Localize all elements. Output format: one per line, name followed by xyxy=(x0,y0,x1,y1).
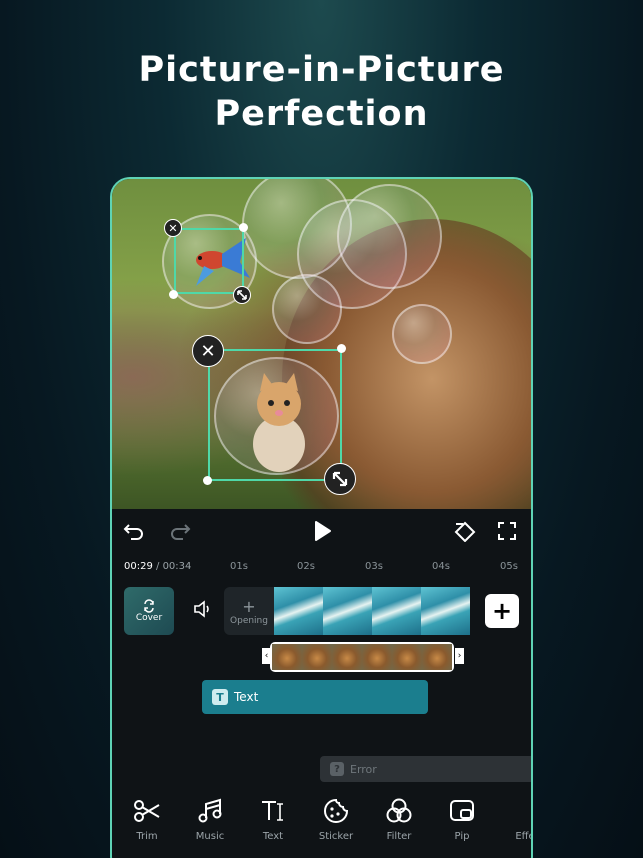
video-clip-frame[interactable] xyxy=(323,587,372,635)
undo-icon[interactable] xyxy=(122,519,146,543)
video-clip-frame[interactable] xyxy=(274,587,323,635)
play-icon[interactable] xyxy=(310,519,334,543)
pip-handle[interactable] xyxy=(239,223,248,232)
bottom-toolbar: Trim Music Text Sticker Filter Pip Effe xyxy=(112,783,531,853)
error-track-label: Error xyxy=(350,762,377,776)
pip-selection-fish[interactable] xyxy=(174,228,244,294)
trim-left-handle[interactable]: ‹ xyxy=(262,648,271,664)
tool-filter[interactable]: Filter xyxy=(369,795,429,842)
error-track-icon: ? xyxy=(330,762,344,776)
tool-label: Sticker xyxy=(318,831,354,842)
bubble xyxy=(392,304,452,364)
effect-icon xyxy=(509,795,531,827)
filter-icon xyxy=(383,795,415,827)
pip-frame xyxy=(302,644,332,670)
text-icon xyxy=(257,795,289,827)
time-tick: 01s xyxy=(230,561,248,572)
pip-handle[interactable] xyxy=(203,476,212,485)
video-preview[interactable]: ✕ ✕ xyxy=(112,179,531,539)
error-track[interactable]: ? Error xyxy=(320,756,531,782)
pip-scale-icon[interactable] xyxy=(324,463,356,495)
time-tick: 05s xyxy=(500,561,518,572)
opening-button[interactable]: + Opening xyxy=(224,587,274,635)
playback-toolbar xyxy=(112,509,531,553)
headline-line-1: Picture-in-Picture xyxy=(138,50,505,90)
tool-music[interactable]: Music xyxy=(180,795,240,842)
tool-label: Filter xyxy=(386,831,412,842)
tool-label: Pip xyxy=(454,831,470,842)
volume-icon[interactable] xyxy=(190,597,214,621)
pip-frame xyxy=(362,644,392,670)
timeline: 00:29 / 00:34 01s 02s 03s 04s 05s Cover … xyxy=(112,553,531,793)
bubble xyxy=(337,184,442,289)
sticker-icon xyxy=(320,795,352,827)
pip-frame xyxy=(392,644,422,670)
keyframe-icon[interactable] xyxy=(453,519,477,543)
trim-right-handle[interactable]: › xyxy=(455,648,464,664)
pip-track[interactable] xyxy=(270,642,454,672)
text-track-icon: T xyxy=(212,689,228,705)
time-tick: 02s xyxy=(297,561,315,572)
text-track[interactable]: T Text xyxy=(202,680,428,714)
pip-handle[interactable] xyxy=(169,290,178,299)
tool-label: Text xyxy=(262,831,284,842)
current-time: 00:29 xyxy=(124,561,153,572)
tool-label: Music xyxy=(195,831,225,842)
music-icon xyxy=(194,795,226,827)
opening-label: Opening xyxy=(230,615,268,626)
time-tick: 03s xyxy=(365,561,383,572)
pip-handle[interactable] xyxy=(337,344,346,353)
fullscreen-icon[interactable] xyxy=(495,519,519,543)
phone-frame: ✕ ✕ 00:29 / 00:34 01s 02s 03s 04s 05s Co… xyxy=(110,177,533,858)
video-clip-frame[interactable] xyxy=(421,587,470,635)
pip-close-icon[interactable]: ✕ xyxy=(192,335,224,367)
time-tick: 04s xyxy=(432,561,450,572)
pip-frame xyxy=(272,644,302,670)
bubble xyxy=(272,274,342,344)
time-ruler: 00:29 / 00:34 01s 02s 03s 04s 05s xyxy=(124,561,531,577)
time-separator: / xyxy=(152,561,163,572)
pip-icon xyxy=(446,795,478,827)
cover-label: Cover xyxy=(135,613,163,623)
text-track-label: Text xyxy=(234,690,259,704)
tool-pip[interactable]: Pip xyxy=(432,795,492,842)
tool-text[interactable]: Text xyxy=(243,795,303,842)
tool-label: Trim xyxy=(136,831,158,842)
redo-icon[interactable] xyxy=(168,519,192,543)
add-clip-button[interactable]: + xyxy=(485,594,519,628)
total-time: 00:34 xyxy=(162,561,192,572)
pip-scale-icon[interactable] xyxy=(233,286,251,304)
pip-frame xyxy=(332,644,362,670)
opening-plus: + xyxy=(242,596,256,616)
scissors-icon xyxy=(131,795,163,827)
video-clip-frame[interactable] xyxy=(372,587,421,635)
pip-selection-cat[interactable] xyxy=(208,349,342,481)
tool-label: Effe xyxy=(515,831,533,842)
headline: Picture-in-Picture Perfection xyxy=(0,48,643,136)
headline-line-2: Perfection xyxy=(214,94,429,134)
cover-button[interactable]: Cover xyxy=(124,587,174,635)
tool-effect[interactable]: Effe xyxy=(495,795,533,842)
pip-close-icon[interactable]: ✕ xyxy=(164,219,182,237)
tool-sticker[interactable]: Sticker xyxy=(306,795,366,842)
refresh-icon xyxy=(144,599,154,613)
pip-frame xyxy=(422,644,452,670)
tool-trim[interactable]: Trim xyxy=(117,795,177,842)
